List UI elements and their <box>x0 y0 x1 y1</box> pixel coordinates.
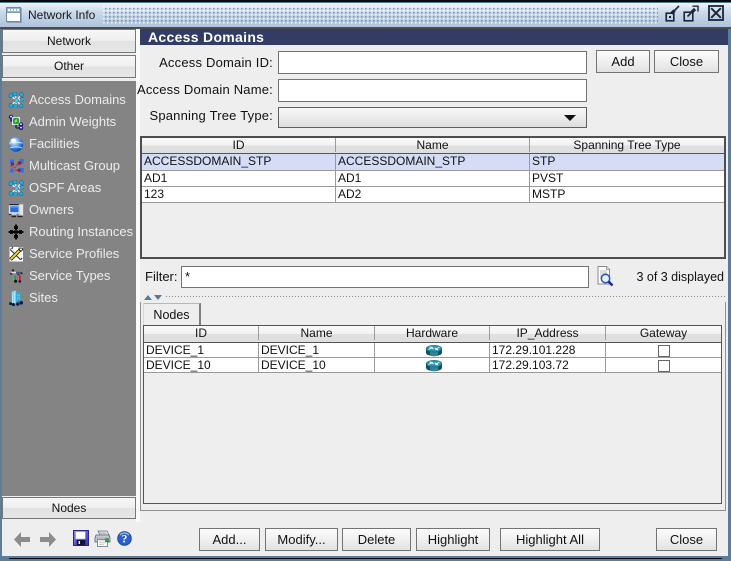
svg-text:?: ? <box>122 534 128 546</box>
